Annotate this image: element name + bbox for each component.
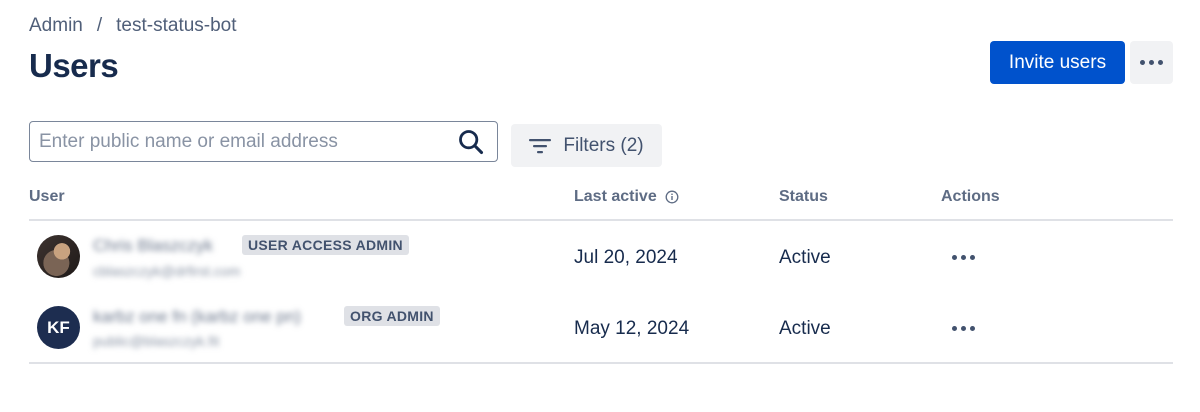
- column-header-status: Status: [779, 188, 828, 205]
- status-cell: Active: [779, 318, 831, 339]
- invite-users-button[interactable]: Invite users: [990, 41, 1125, 84]
- search-field: [29, 121, 498, 162]
- user-name[interactable]: karbz one fn (karbz one pn): [93, 307, 301, 327]
- user-email: public@blaszczyk.fit: [93, 333, 220, 349]
- column-header-last-active[interactable]: Last active: [574, 188, 679, 206]
- table-header-divider: [29, 219, 1173, 221]
- search-input[interactable]: [30, 121, 457, 162]
- role-lozenge: ORG ADMIN: [344, 306, 440, 326]
- column-header-actions: Actions: [941, 188, 1000, 205]
- row-actions-button[interactable]: [943, 242, 983, 272]
- status-cell: Active: [779, 247, 831, 268]
- breadcrumb-current[interactable]: test-status-bot: [116, 15, 236, 37]
- page-title: Users: [29, 47, 119, 84]
- row-actions-button[interactable]: [943, 313, 983, 343]
- more-horizontal-icon: [1140, 60, 1163, 65]
- user-email: cblaszczyk@drfirst.com: [93, 263, 241, 279]
- breadcrumb: Admin / test-status-bot: [29, 15, 237, 37]
- breadcrumb-admin[interactable]: Admin: [29, 15, 83, 37]
- column-header-user: User: [29, 188, 65, 205]
- more-horizontal-icon: [951, 325, 975, 331]
- last-active-cell: Jul 20, 2024: [574, 247, 678, 268]
- breadcrumb-separator: /: [96, 15, 103, 36]
- avatar: KF: [37, 306, 80, 349]
- user-name[interactable]: Chris Blaszczyk: [93, 236, 213, 256]
- role-lozenge: USER ACCESS ADMIN: [242, 235, 409, 255]
- filters-label: Filters (2): [563, 134, 644, 156]
- more-actions-button[interactable]: [1130, 41, 1173, 84]
- table-bottom-divider: [29, 362, 1173, 364]
- search-icon[interactable]: [457, 128, 485, 156]
- filters-button[interactable]: Filters (2): [511, 124, 662, 167]
- last-active-cell: May 12, 2024: [574, 318, 690, 339]
- filter-icon: [529, 138, 552, 153]
- more-horizontal-icon: [951, 254, 975, 260]
- info-icon[interactable]: [665, 190, 679, 204]
- avatar: [37, 235, 80, 278]
